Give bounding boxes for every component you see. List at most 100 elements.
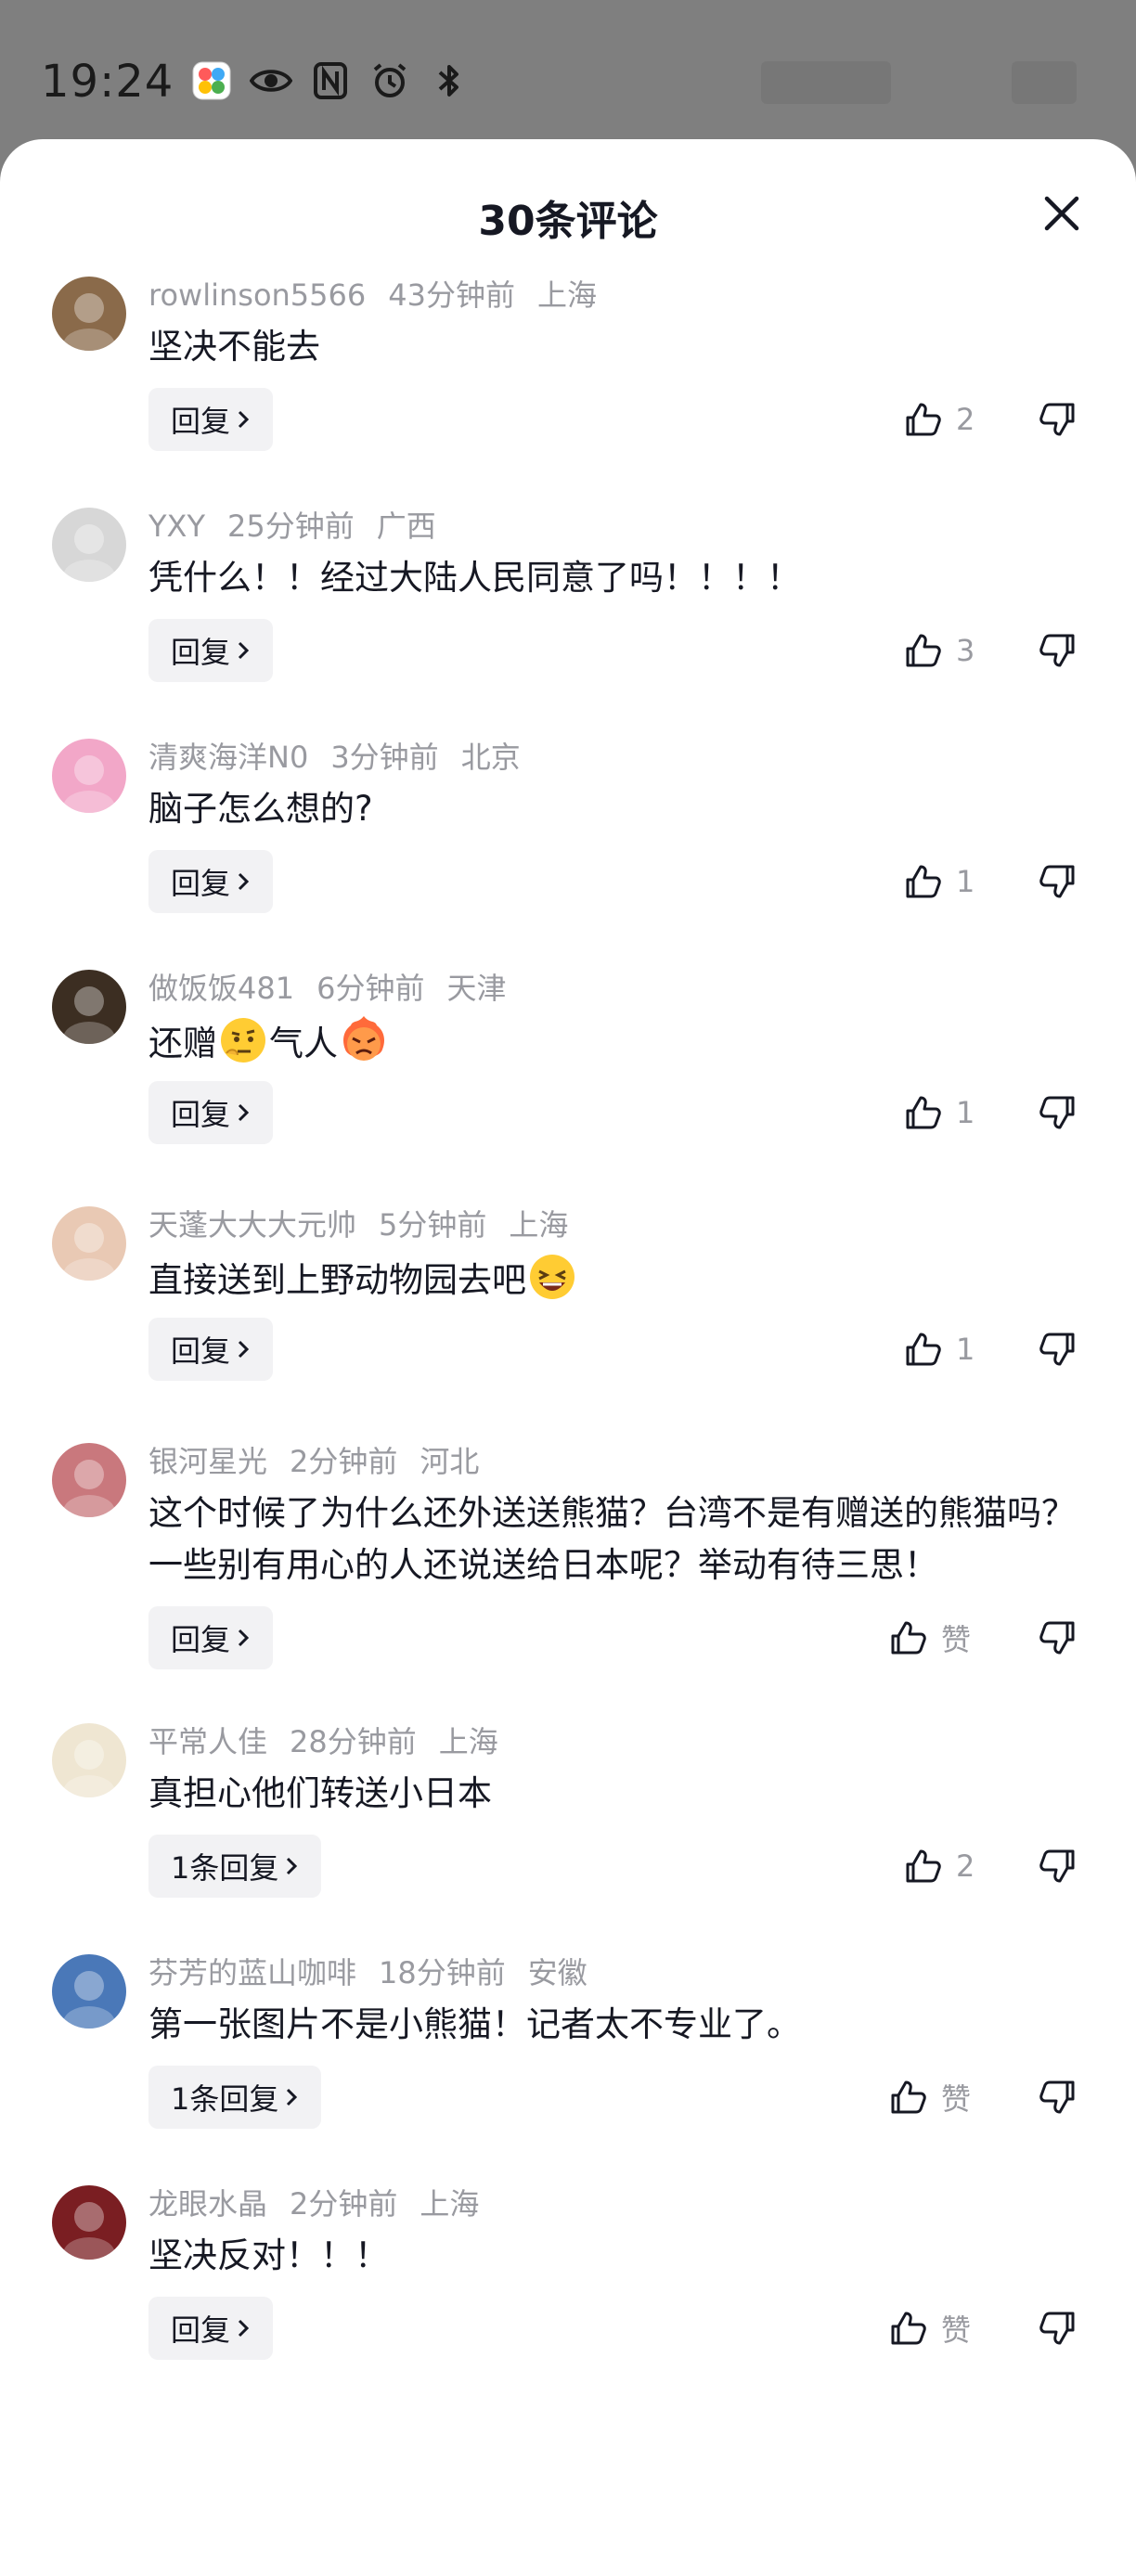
comment-username[interactable]: YXY — [148, 509, 205, 544]
like-button[interactable]: 赞 — [887, 2066, 989, 2129]
avatar[interactable] — [52, 739, 126, 813]
app-icon — [190, 59, 233, 102]
comments-sheet: 30条评论 rowlinson5566 43分钟前 上海 坚决不能去 回复 2 YXY 25分… — [0, 139, 1136, 2576]
avatar[interactable] — [52, 508, 126, 582]
like-count: 2 — [956, 1848, 975, 1884]
reply-button[interactable]: 回复 — [148, 388, 274, 451]
thumbs-up-icon — [902, 399, 943, 440]
chevron-right-icon — [236, 2317, 251, 2339]
like-count: 赞 — [941, 2081, 972, 2117]
thumbs-down-icon — [1039, 1849, 1075, 1883]
comment-text-content: 真担心他们转送小日本 — [148, 1773, 492, 1813]
dislike-button[interactable] — [1032, 2297, 1084, 2360]
reply-button[interactable]: 回复 — [148, 1318, 274, 1381]
dislike-button[interactable] — [1032, 850, 1084, 913]
thumbs-up-icon — [887, 2077, 928, 2118]
comment-meta: 龙眼水晶 2分钟前 上海 — [148, 2185, 479, 2222]
thumbs-down-icon — [1039, 2080, 1075, 2114]
chevron-right-icon — [238, 2319, 250, 2338]
comment-meta: 天蓬大大大元帅 5分钟前 上海 — [148, 1206, 568, 1243]
avatar[interactable] — [52, 970, 126, 1044]
comment-text: 直接送到上野动物园去吧 — [148, 1251, 1086, 1307]
reply-button[interactable]: 1条回复 — [148, 2066, 322, 2129]
comment-text: 真担心他们转送小日本 — [148, 1768, 1086, 1820]
chevron-right-icon — [287, 2088, 298, 2106]
avatar[interactable] — [52, 1954, 126, 2029]
dislike-button[interactable] — [1032, 1318, 1084, 1381]
thumbs-up-icon — [891, 1621, 926, 1655]
like-button[interactable]: 3 — [902, 619, 1004, 682]
comment-meta: 芬芳的蓝山咖啡 18分钟前 安徽 — [148, 1954, 587, 1991]
dislike-button[interactable] — [1032, 1081, 1084, 1144]
like-count: 1 — [956, 1332, 975, 1367]
comment-username[interactable]: 做饭饭481 — [148, 971, 294, 1006]
comment-username[interactable]: rowlinson5566 — [148, 277, 366, 313]
alarm-icon — [368, 59, 411, 102]
avatar[interactable] — [52, 1723, 126, 1797]
thumbs-down-icon — [1039, 403, 1075, 436]
eye-icon — [250, 59, 293, 102]
reply-button[interactable]: 回复 — [148, 619, 274, 682]
thumbs-up-icon — [906, 865, 941, 898]
thinking-emoji-icon — [221, 1018, 265, 1063]
reply-button[interactable]: 回复 — [148, 2297, 274, 2360]
comment-text-content: 坚决不能去 — [148, 327, 320, 367]
comment-location: 广西 — [376, 509, 436, 544]
like-count: 3 — [956, 633, 975, 668]
comment-time: 28分钟前 — [290, 1724, 417, 1759]
comment-location: 河北 — [420, 1444, 480, 1479]
avatar[interactable] — [52, 1206, 126, 1281]
comment-time: 2分钟前 — [290, 2186, 398, 2222]
dislike-button[interactable] — [1032, 1606, 1084, 1669]
chevron-right-icon — [287, 1857, 298, 1875]
dislike-button[interactable] — [1032, 388, 1084, 451]
reply-button[interactable]: 1条回复 — [148, 1835, 322, 1898]
comment-time: 6分钟前 — [316, 971, 425, 1006]
comment-location: 安徽 — [527, 1955, 587, 1990]
like-button[interactable]: 赞 — [887, 1606, 989, 1669]
comment-username[interactable]: 银河星光 — [148, 1444, 267, 1479]
thumbs-up-icon — [906, 1096, 941, 1129]
status-battery-placeholder — [1012, 61, 1077, 104]
like-count: 1 — [956, 1095, 975, 1130]
reply-button[interactable]: 回复 — [148, 1081, 274, 1144]
comment-username[interactable]: 龙眼水晶 — [148, 2186, 267, 2222]
avatar[interactable] — [52, 1443, 126, 1517]
like-button[interactable]: 2 — [902, 388, 1004, 451]
chevron-right-icon — [236, 870, 251, 893]
avatar[interactable] — [52, 277, 126, 351]
status-time: 19:24 — [41, 56, 174, 108]
dislike-button[interactable] — [1032, 1835, 1084, 1898]
comment-time: 43分钟前 — [388, 277, 515, 313]
like-count: 赞 — [941, 2312, 972, 2348]
reply-button-label: 回复 — [171, 1333, 231, 1369]
like-button[interactable]: 2 — [902, 1835, 1004, 1898]
comment-username[interactable]: 天蓬大大大元帅 — [148, 1207, 356, 1243]
dislike-button[interactable] — [1032, 619, 1084, 682]
avatar[interactable] — [52, 2185, 126, 2260]
comment-username[interactable]: 芬芳的蓝山咖啡 — [148, 1955, 356, 1990]
dislike-button[interactable] — [1032, 2066, 1084, 2129]
comment-text: 第一张图片不是小熊猫！记者太不专业了。 — [148, 1999, 1086, 2051]
reply-button-label: 回复 — [171, 2312, 231, 2348]
comment-meta: rowlinson5566 43分钟前 上海 — [148, 277, 597, 314]
angry-emoji — [338, 1016, 390, 1063]
thumbs-down-icon — [1039, 1096, 1075, 1129]
reply-button[interactable]: 回复 — [148, 850, 274, 913]
chevron-right-icon — [236, 1101, 251, 1124]
comment-username[interactable]: 清爽海洋N0 — [148, 740, 308, 775]
chevron-right-icon — [238, 410, 250, 429]
comment-username[interactable]: 平常人佳 — [148, 1724, 267, 1759]
reply-button-label: 1条回复 — [171, 1850, 279, 1886]
close-button[interactable] — [1034, 186, 1090, 241]
comment-time: 3分钟前 — [330, 740, 439, 775]
comment-time: 5分钟前 — [379, 1207, 487, 1243]
chevron-right-icon — [236, 639, 251, 662]
laughing-emoji-icon — [530, 1255, 574, 1299]
like-button[interactable]: 1 — [902, 1081, 1004, 1144]
like-button[interactable]: 1 — [902, 1318, 1004, 1381]
reply-button[interactable]: 回复 — [148, 1606, 274, 1669]
thumbs-up-icon — [902, 1092, 943, 1133]
like-button[interactable]: 1 — [902, 850, 1004, 913]
like-button[interactable]: 赞 — [887, 2297, 989, 2360]
